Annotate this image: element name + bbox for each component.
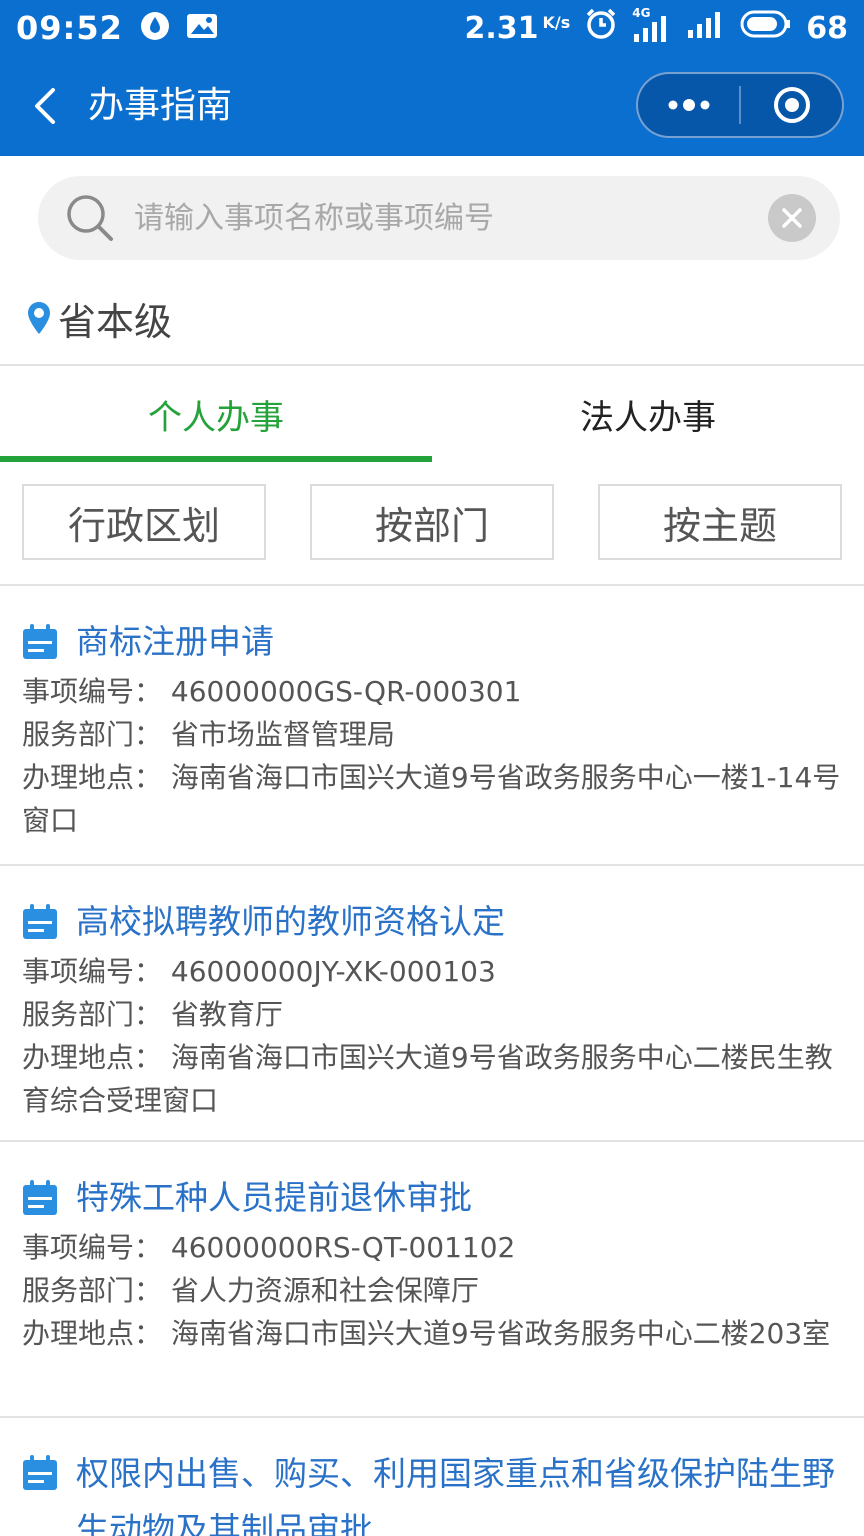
- alarm-icon: [584, 7, 618, 49]
- network-speed: 2.31 K/s: [464, 10, 571, 46]
- signal-icon: [686, 8, 726, 48]
- status-time: 09:52: [16, 9, 123, 47]
- search-input[interactable]: [134, 176, 754, 260]
- list-item[interactable]: 权限内出售、购买、利用国家重点和省级保护陆生野生动物及其制品审批: [0, 1418, 864, 1536]
- location-pin-icon: [28, 302, 50, 334]
- list-item[interactable]: 商标注册申请 事项编号： 46000000GS-QR-000301 服务部门： …: [0, 586, 864, 866]
- calendar-icon: [23, 1180, 57, 1215]
- item-location: 办理地点： 海南省海口市国兴大道9号省政务服务中心二楼民生教育综合受理窗口: [22, 1041, 833, 1117]
- calendar-icon: [23, 904, 57, 939]
- filter-bar: 行政区划 按部门 按主题: [22, 484, 842, 560]
- tab-legal-person[interactable]: 法人办事: [432, 366, 864, 462]
- battery-level: 68: [806, 10, 848, 46]
- calendar-icon: [23, 624, 57, 659]
- more-button[interactable]: [638, 74, 739, 136]
- chevron-left-icon: [35, 88, 55, 124]
- more-dots-icon: [668, 99, 709, 111]
- item-location: 办理地点： 海南省海口市国兴大道9号省政务服务中心一楼1-14号窗口: [22, 761, 841, 837]
- clear-search-button[interactable]: [768, 194, 816, 242]
- location-selector[interactable]: 省本级: [26, 290, 172, 346]
- item-code: 事项编号： 46000000RS-QT-001102: [22, 1231, 516, 1264]
- tab-personal[interactable]: 个人办事: [0, 366, 432, 462]
- tab-bar: 个人办事 法人办事: [0, 366, 864, 462]
- search-icon: [67, 195, 113, 241]
- item-title: 特殊工种人员提前退休审批: [76, 1178, 472, 1217]
- item-department: 服务部门： 省人力资源和社会保障厅: [22, 1274, 479, 1307]
- back-button[interactable]: [22, 82, 66, 130]
- status-bar: 09:52 2.31 K/s 4G 68: [0, 0, 864, 56]
- notification-app-icon: [139, 10, 171, 46]
- item-code: 事项编号： 46000000GS-QR-000301: [22, 675, 522, 708]
- item-title: 高校拟聘教师的教师资格认定: [76, 902, 505, 941]
- image-notification-icon: [185, 11, 219, 45]
- search-bar: [38, 176, 840, 260]
- list-item[interactable]: 高校拟聘教师的教师资格认定 事项编号： 46000000JY-XK-000103…: [0, 866, 864, 1142]
- item-department: 服务部门： 省市场监督管理局: [22, 718, 395, 751]
- signal-4g-icon: 4G: [632, 6, 672, 44]
- target-icon: [773, 87, 810, 123]
- battery-icon: [740, 9, 792, 47]
- service-list: 商标注册申请 事项编号： 46000000GS-QR-000301 服务部门： …: [0, 586, 864, 1536]
- page-title: 办事指南: [88, 85, 233, 126]
- item-code: 事项编号： 46000000JY-XK-000103: [22, 955, 496, 988]
- filter-theme-button[interactable]: 按主题: [598, 484, 842, 560]
- item-location: 办理地点： 海南省海口市国兴大道9号省政务服务中心二楼203室: [22, 1317, 831, 1350]
- calendar-icon: [23, 1455, 57, 1490]
- nav-bar: 办事指南: [0, 56, 864, 156]
- filter-department-button[interactable]: 按部门: [310, 484, 554, 560]
- list-item[interactable]: 特殊工种人员提前退休审批 事项编号： 46000000RS-QT-001102 …: [0, 1142, 864, 1418]
- filter-region-button[interactable]: 行政区划: [22, 484, 266, 560]
- close-icon: [782, 208, 802, 228]
- item-title: 商标注册申请: [76, 622, 274, 661]
- location-label: 省本级: [58, 299, 173, 344]
- mini-program-capsule: [636, 72, 844, 138]
- item-department: 服务部门： 省教育厅: [22, 998, 283, 1031]
- close-mini-program-button[interactable]: [741, 74, 842, 136]
- item-title: 权限内出售、购买、利用国家重点和省级保护陆生野生动物及其制品审批: [76, 1454, 835, 1536]
